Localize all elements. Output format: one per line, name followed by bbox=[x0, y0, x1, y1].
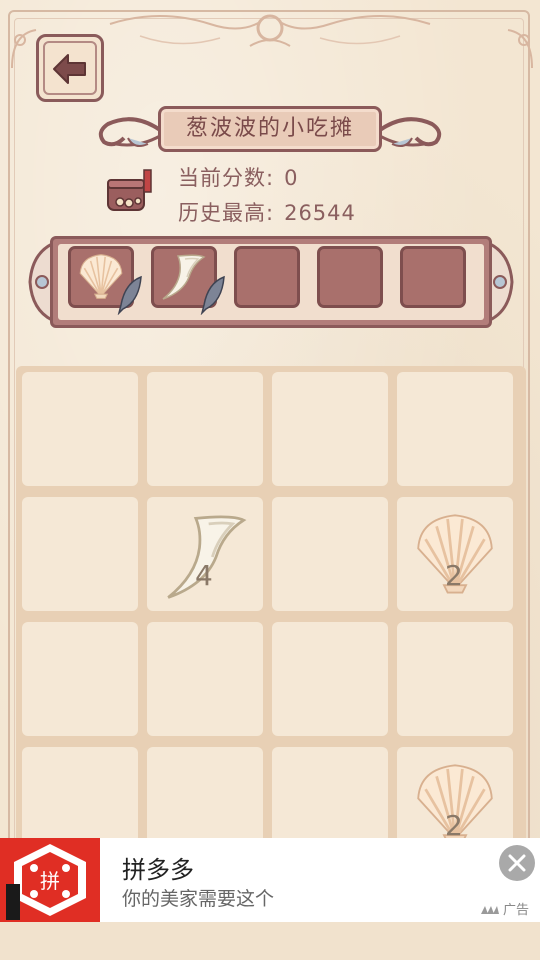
quill-icon bbox=[117, 275, 142, 315]
ad-title: 拼多多 bbox=[122, 857, 194, 884]
board-cell[interactable]: 2 bbox=[397, 497, 513, 611]
order-slot bbox=[68, 246, 142, 315]
board-cell[interactable] bbox=[397, 372, 513, 486]
board-cell[interactable] bbox=[22, 372, 138, 486]
stall-title: 葱波波的小吃摊 bbox=[185, 116, 354, 141]
board-cell[interactable] bbox=[272, 622, 388, 736]
game-screen: 葱波波的小吃摊 当前分数: 0 历史最高: 26544 422 拼 拼多多 你的… bbox=[0, 0, 540, 960]
ad-subtitle: 你的美家需要这个 bbox=[122, 889, 275, 910]
high-score-row: 历史最高: 26544 bbox=[178, 197, 356, 227]
title-plaque: 葱波波的小吃摊 bbox=[158, 106, 382, 152]
game-board: 422 bbox=[16, 366, 526, 886]
tile-level-number: 2 bbox=[445, 559, 463, 592]
order-slot bbox=[234, 246, 300, 308]
ad-logo-text: 拼 bbox=[40, 869, 60, 893]
snack-stall-icon bbox=[107, 169, 152, 211]
close-icon bbox=[508, 854, 526, 872]
board-cell[interactable] bbox=[147, 372, 263, 486]
board-cell[interactable]: 4 bbox=[147, 497, 263, 611]
top-ornament-icon bbox=[109, 14, 431, 47]
order-slot bbox=[317, 246, 383, 308]
bottom-ornament-strip bbox=[0, 922, 540, 960]
ad-label: 广告 bbox=[503, 903, 530, 918]
pinduoduo-logo-icon: 拼 bbox=[0, 838, 100, 922]
order-slots-bar bbox=[24, 234, 518, 330]
corner-ornament-icon bbox=[507, 29, 533, 69]
board-cell[interactable] bbox=[22, 622, 138, 736]
order-slot bbox=[151, 246, 225, 315]
back-button[interactable] bbox=[36, 34, 104, 102]
board-cell[interactable] bbox=[147, 622, 263, 736]
board-cell[interactable] bbox=[397, 622, 513, 736]
current-score-row: 当前分数: 0 bbox=[178, 162, 298, 192]
board-cell[interactable] bbox=[272, 497, 388, 611]
high-score-value: 26544 bbox=[284, 201, 356, 225]
tile-level-number: 4 bbox=[195, 559, 213, 592]
stall-title-banner: 葱波波的小吃摊 bbox=[94, 102, 446, 160]
board-cell[interactable] bbox=[22, 497, 138, 611]
ad-close-button[interactable] bbox=[499, 845, 535, 881]
high-score-label: 历史最高: bbox=[178, 201, 275, 225]
ad-logo: 拼 bbox=[0, 838, 100, 922]
board-cell[interactable] bbox=[272, 372, 388, 486]
current-score-label: 当前分数: bbox=[178, 166, 275, 190]
ad-banner[interactable]: 拼 拼多多 你的美家需要这个 bbox=[0, 838, 540, 922]
arrow-left-icon bbox=[53, 54, 86, 84]
ad-network-icon bbox=[481, 906, 499, 914]
order-slot bbox=[400, 246, 466, 308]
quill-icon bbox=[200, 275, 225, 315]
current-score-value: 0 bbox=[284, 166, 299, 190]
